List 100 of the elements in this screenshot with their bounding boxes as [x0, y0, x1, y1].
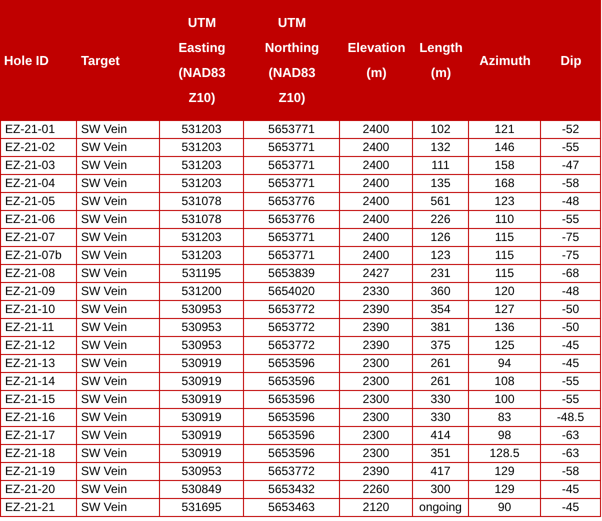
- table-cell: EZ-21-02: [0, 139, 77, 157]
- table-cell: 102: [413, 121, 469, 139]
- table-cell: 83: [469, 409, 541, 427]
- table-cell: 2400: [340, 193, 413, 211]
- column-header: Elevation (m): [340, 0, 413, 121]
- table-cell: 375: [413, 337, 469, 355]
- table-cell: EZ-21-07: [0, 229, 77, 247]
- column-header: UTM Easting (NAD83 Z10): [160, 0, 244, 121]
- table-cell: 530919: [160, 409, 244, 427]
- table-cell: 5653596: [244, 373, 340, 391]
- table-cell: SW Vein: [77, 373, 160, 391]
- table-cell: -58: [541, 175, 601, 193]
- table-cell: -55: [541, 373, 601, 391]
- table-cell: 381: [413, 319, 469, 337]
- table-cell: 2400: [340, 175, 413, 193]
- table-cell: 531203: [160, 175, 244, 193]
- table-cell: 2427: [340, 265, 413, 283]
- table-cell: SW Vein: [77, 409, 160, 427]
- table-cell: SW Vein: [77, 355, 160, 373]
- table-cell: 123: [469, 193, 541, 211]
- table-cell: 530919: [160, 445, 244, 463]
- table-cell: 5653772: [244, 319, 340, 337]
- table-cell: -45: [541, 337, 601, 355]
- table-cell: 2400: [340, 157, 413, 175]
- table-cell: 132: [413, 139, 469, 157]
- table-cell: 128.5: [469, 445, 541, 463]
- table-cell: 261: [413, 373, 469, 391]
- table-cell: EZ-21-17: [0, 427, 77, 445]
- table-cell: 531078: [160, 211, 244, 229]
- table-cell: 108: [469, 373, 541, 391]
- table-cell: SW Vein: [77, 229, 160, 247]
- table-cell: 300: [413, 481, 469, 499]
- table-cell: 5653463: [244, 499, 340, 517]
- table-cell: 531195: [160, 265, 244, 283]
- table-cell: EZ-21-12: [0, 337, 77, 355]
- table-cell: -55: [541, 139, 601, 157]
- table-cell: -68: [541, 265, 601, 283]
- table-cell: EZ-21-20: [0, 481, 77, 499]
- table-cell: 120: [469, 283, 541, 301]
- table-cell: 115: [469, 247, 541, 265]
- table-cell: 530919: [160, 427, 244, 445]
- table-cell: 5653772: [244, 463, 340, 481]
- table-cell: 168: [469, 175, 541, 193]
- table-cell: 94: [469, 355, 541, 373]
- table-cell: -48.5: [541, 409, 601, 427]
- table-cell: 98: [469, 427, 541, 445]
- table-cell: EZ-21-08: [0, 265, 77, 283]
- table-cell: 5653771: [244, 157, 340, 175]
- table-cell: EZ-21-04: [0, 175, 77, 193]
- table-cell: 531203: [160, 229, 244, 247]
- table-cell: 2390: [340, 301, 413, 319]
- table-cell: 2260: [340, 481, 413, 499]
- table-cell: 2300: [340, 355, 413, 373]
- table-cell: 5653771: [244, 229, 340, 247]
- table-cell: -48: [541, 193, 601, 211]
- table-cell: 2390: [340, 337, 413, 355]
- table-cell: 531695: [160, 499, 244, 517]
- table-cell: -63: [541, 445, 601, 463]
- table-cell: 414: [413, 427, 469, 445]
- table-cell: 531203: [160, 157, 244, 175]
- table-cell: 5654020: [244, 283, 340, 301]
- table-cell: 330: [413, 409, 469, 427]
- table-cell: 5653432: [244, 481, 340, 499]
- table-cell: 129: [469, 463, 541, 481]
- table-cell: 5653596: [244, 445, 340, 463]
- table-cell: 110: [469, 211, 541, 229]
- table-cell: -45: [541, 481, 601, 499]
- column-header: Dip: [541, 0, 601, 121]
- table-cell: EZ-21-03: [0, 157, 77, 175]
- table-cell: 5653839: [244, 265, 340, 283]
- table-cell: SW Vein: [77, 481, 160, 499]
- column-header: UTM Northing (NAD83 Z10): [244, 0, 340, 121]
- table-cell: -58: [541, 463, 601, 481]
- table-cell: 2390: [340, 463, 413, 481]
- table-cell: 135: [413, 175, 469, 193]
- table-cell: SW Vein: [77, 445, 160, 463]
- table-cell: 2390: [340, 319, 413, 337]
- table-cell: 231: [413, 265, 469, 283]
- table-cell: 5653771: [244, 139, 340, 157]
- table-cell: 360: [413, 283, 469, 301]
- table-cell: EZ-21-21: [0, 499, 77, 517]
- table-cell: 146: [469, 139, 541, 157]
- table-cell: SW Vein: [77, 283, 160, 301]
- table-cell: SW Vein: [77, 175, 160, 193]
- table-cell: EZ-21-11: [0, 319, 77, 337]
- table-cell: 158: [469, 157, 541, 175]
- table-cell: 5653771: [244, 247, 340, 265]
- table-cell: 100: [469, 391, 541, 409]
- table-cell: 5653596: [244, 355, 340, 373]
- table-cell: 530919: [160, 355, 244, 373]
- table-cell: 530919: [160, 391, 244, 409]
- table-cell: 5653776: [244, 193, 340, 211]
- table-cell: 127: [469, 301, 541, 319]
- table-cell: SW Vein: [77, 499, 160, 517]
- table-cell: 561: [413, 193, 469, 211]
- table-cell: SW Vein: [77, 319, 160, 337]
- table-cell: 129: [469, 481, 541, 499]
- table-cell: EZ-21-14: [0, 373, 77, 391]
- table-cell: 5653596: [244, 427, 340, 445]
- table-cell: 531078: [160, 193, 244, 211]
